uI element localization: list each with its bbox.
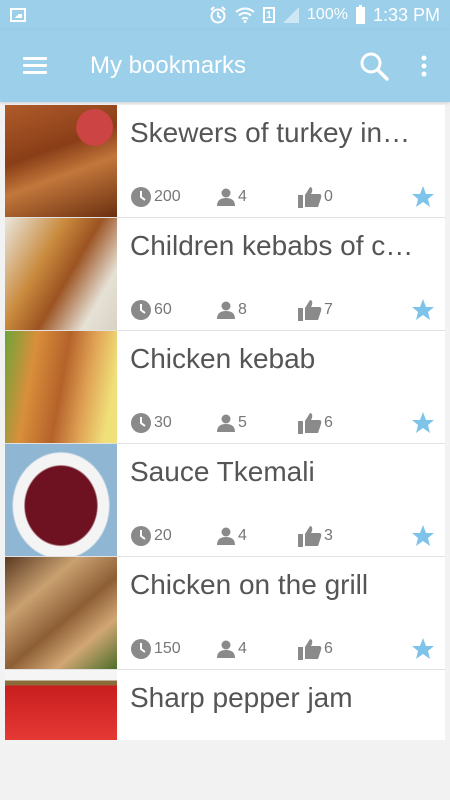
thumbs-up-icon (298, 187, 322, 208)
list-item[interactable]: Chicken kebab 30 5 6 (5, 331, 445, 444)
likes-count: 3 (324, 527, 333, 544)
hamburger-icon (23, 57, 47, 75)
alarm-icon (210, 6, 226, 24)
list-item[interactable]: Children kebabs of c… 60 8 7 (5, 218, 445, 331)
recipe-meta: 30 5 6 (130, 411, 430, 435)
wifi-icon (235, 7, 255, 23)
list-item[interactable]: Skewers of turkey in… 200 4 0 (5, 105, 445, 218)
gallery-notification-icon (10, 8, 26, 22)
cook-time: 30 (154, 414, 172, 431)
recipe-thumbnail (5, 557, 117, 669)
servings: 4 (238, 188, 247, 205)
star-icon[interactable] (411, 298, 435, 322)
recipe-thumbnail (5, 218, 117, 330)
star-icon[interactable] (411, 637, 435, 661)
servings: 4 (238, 640, 247, 657)
recipe-title: Sauce Tkemali (130, 456, 315, 487)
person-icon (217, 640, 235, 658)
person-icon (217, 301, 235, 319)
servings: 4 (238, 527, 247, 544)
recipe-title: Sharp pepper jam (130, 682, 353, 713)
recipe-meta: 200 4 0 (130, 185, 430, 209)
menu-button[interactable] (0, 30, 70, 102)
search-icon (360, 52, 389, 81)
recipe-meta: 60 8 7 (130, 298, 430, 322)
search-button[interactable] (344, 30, 404, 102)
recipe-title: Chicken kebab (130, 343, 316, 374)
thumbs-up-icon (298, 526, 322, 547)
cook-time: 20 (154, 527, 172, 544)
recipe-thumbnail (5, 331, 117, 443)
star-icon[interactable] (411, 411, 435, 435)
more-vert-icon (421, 55, 427, 77)
clock-time: 1:33 PM (372, 4, 440, 25)
sim-icon: 1 (263, 7, 276, 23)
likes-count: 0 (324, 188, 333, 205)
thumbs-up-icon (298, 413, 322, 434)
recipe-meta: 150 4 6 (130, 637, 430, 661)
thumbs-up-icon (298, 639, 322, 660)
person-icon (217, 188, 235, 206)
clock-icon (131, 413, 151, 433)
clock-icon (131, 639, 151, 659)
list-item[interactable]: Sharp pepper jam (5, 670, 445, 740)
overflow-menu-button[interactable] (404, 30, 450, 102)
person-icon (217, 527, 235, 545)
recipe-thumbnail (5, 444, 117, 556)
cook-time: 200 (154, 188, 181, 205)
recipe-title: Skewers of turkey in… (130, 117, 411, 148)
clock-icon (131, 300, 151, 320)
battery-icon (355, 4, 365, 24)
signal-icon (283, 7, 300, 23)
battery-percent: 100% (307, 6, 348, 23)
status-bar: 1 100% 1:33 PM (0, 0, 450, 30)
list-item[interactable]: Chicken on the grill 150 4 6 (5, 557, 445, 670)
recipe-thumbnail (5, 105, 117, 217)
recipe-meta: 20 4 3 (130, 524, 430, 548)
servings: 8 (238, 301, 247, 318)
recipe-title: Children kebabs of c… (130, 230, 414, 261)
likes-count: 7 (324, 301, 333, 318)
likes-count: 6 (324, 640, 333, 657)
person-icon (217, 414, 235, 432)
cook-time: 60 (154, 301, 172, 318)
page-title: My bookmarks (90, 52, 247, 79)
servings: 5 (238, 414, 247, 431)
thumbs-up-icon (298, 300, 322, 321)
recipe-title: Chicken on the grill (130, 569, 369, 600)
cook-time: 150 (154, 640, 181, 657)
bookmark-list: Skewers of turkey in… 200 4 0 Children k… (5, 105, 445, 740)
app-bar: My bookmarks (0, 30, 450, 102)
star-icon[interactable] (411, 185, 435, 209)
clock-icon (131, 187, 151, 207)
list-item[interactable]: Sauce Tkemali 20 4 3 (5, 444, 445, 557)
recipe-thumbnail (5, 670, 117, 740)
clock-icon (131, 526, 151, 546)
star-icon[interactable] (411, 524, 435, 548)
likes-count: 6 (324, 414, 333, 431)
